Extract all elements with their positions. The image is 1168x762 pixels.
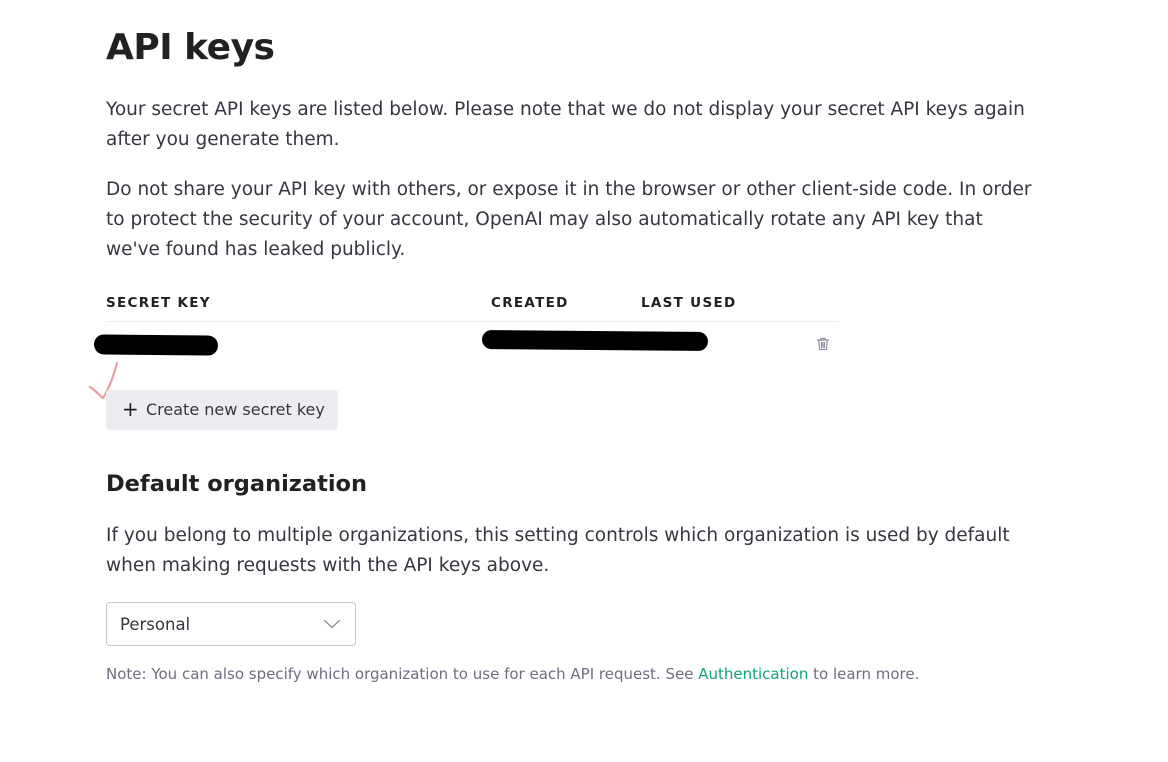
trash-icon[interactable] [815, 336, 831, 352]
keys-table-header: SECRET KEY CREATED LAST USED [106, 292, 839, 322]
create-secret-key-button[interactable]: + Create new secret key [106, 390, 338, 430]
column-header-last-used: LAST USED [641, 295, 737, 311]
organization-select[interactable]: Personal [106, 602, 356, 646]
redacted-secret-key [93, 334, 219, 356]
create-secret-key-label: Create new secret key [146, 400, 325, 419]
default-organization-description: If you belong to multiple organizations,… [106, 525, 1010, 576]
plus-icon: + [122, 397, 139, 421]
column-header-secret-key: SECRET KEY [106, 295, 211, 311]
default-organization-title: Default organization [106, 471, 368, 497]
page-title: API keys [106, 27, 275, 68]
authentication-link[interactable]: Authentication [698, 665, 808, 683]
table-row [93, 322, 839, 368]
organization-note: Note: You can also specify which organiz… [106, 664, 919, 684]
note-prefix: Note: You can also specify which organiz… [106, 665, 694, 683]
intro-paragraph-1: Your secret API keys are listed below. P… [106, 99, 1025, 150]
chevron-down-icon [323, 619, 341, 629]
organization-select-value: Personal [120, 615, 191, 634]
redacted-dates [481, 330, 709, 351]
intro-paragraph-2: Do not share your API key with others, o… [106, 179, 1032, 260]
column-header-created: CREATED [491, 295, 569, 311]
note-suffix: to learn more. [813, 665, 920, 683]
